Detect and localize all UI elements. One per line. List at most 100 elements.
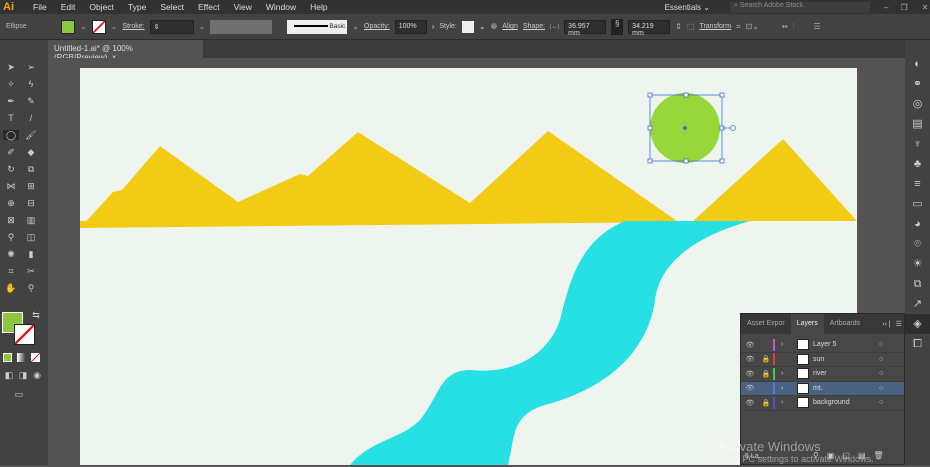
layer-row[interactable]: 👁 › mt. ○ ▪ [741, 381, 904, 396]
opacity-label[interactable]: Opacity: [364, 23, 390, 30]
stroke-weight-dropdown[interactable]: ⌄ [199, 22, 206, 31]
lock-icon[interactable]: 🔒 [759, 370, 773, 378]
shape-label[interactable]: Shape: [523, 23, 545, 30]
constrain-link-icon[interactable]: § [611, 18, 624, 35]
stroke-dropdown[interactable]: ⌄ [111, 22, 118, 31]
distribute-icon[interactable]: ⫶ [793, 22, 795, 32]
panel-menu-icon[interactable]: ☰ [814, 22, 821, 31]
free-transform-icon[interactable]: ⊞ [25, 181, 37, 191]
pathfinder-icon[interactable]: ☀ [905, 254, 930, 274]
swap-colors-icon[interactable]: ⇆ [30, 310, 42, 320]
tab-asset-export[interactable]: Asset Expor [741, 314, 791, 334]
color-guide-icon[interactable]: ⚭ [905, 74, 930, 94]
stroke-weight-input[interactable]: ⇕ [149, 19, 194, 34]
layer-row[interactable]: 👁 🔒 › river ○ [741, 367, 904, 382]
menu-object[interactable]: Object [82, 2, 121, 12]
ellipse-tool-icon[interactable]: ◯ [3, 130, 19, 140]
layer-name[interactable]: sun [813, 356, 824, 363]
none-mode-icon[interactable] [31, 353, 40, 362]
libraries-icon[interactable]: ▤ [905, 114, 930, 134]
type-tool-icon[interactable]: T [5, 113, 17, 123]
opacity-arrow[interactable]: › [432, 22, 435, 31]
visibility-eye-icon[interactable]: 👁 [741, 341, 759, 349]
graphic-styles-icon[interactable]: ⌾ [905, 234, 930, 254]
layers-panel-icon[interactable]: ◈ [905, 314, 930, 334]
variable-width-profile[interactable] [210, 19, 273, 34]
visibility-eye-icon[interactable]: 👁 [741, 399, 759, 407]
perspective-grid-icon[interactable]: ⊟ [25, 198, 37, 208]
menu-edit[interactable]: Edit [54, 2, 83, 12]
tab-layers[interactable]: Layers [790, 314, 824, 334]
expand-chevron-icon[interactable]: › [781, 399, 789, 406]
transform-button[interactable]: Transform [699, 23, 731, 30]
symbols-icon[interactable]: ♣ [905, 154, 930, 174]
color-panel-icon[interactable]: ◐ [905, 54, 930, 74]
visibility-eye-icon[interactable]: 👁 [741, 370, 759, 378]
curvature-tool-icon[interactable]: ✎ [25, 96, 37, 106]
line-tool-icon[interactable]: / [25, 113, 37, 123]
layers-menu-icon[interactable]: ☰ [896, 320, 902, 328]
target-circle-icon[interactable]: ○ [879, 399, 883, 406]
visibility-eye-icon[interactable]: 👁 [741, 384, 759, 392]
gradient-tool-icon[interactable]: ▥ [25, 215, 37, 225]
style-swatch[interactable] [461, 20, 474, 33]
brushes-icon[interactable]: ♆ [905, 134, 930, 154]
eraser-icon[interactable]: ◆ [25, 147, 37, 157]
transparency-icon[interactable]: ◕ [905, 214, 930, 234]
layer-row[interactable]: 👁 🔒 sun ○ [741, 353, 904, 367]
workspace-switcher[interactable]: Essentials ⌄ [665, 3, 710, 12]
bounding-box-icon[interactable]: ⬚ [687, 22, 695, 31]
layer-name[interactable]: Layer 5 [813, 341, 836, 348]
draw-inside-icon[interactable]: ◉ [31, 370, 43, 380]
shaper-tool-icon[interactable]: ✐ [5, 147, 17, 157]
transform-panel-icon[interactable]: ⧉ [905, 274, 930, 294]
expand-chevron-icon[interactable]: › [781, 385, 789, 392]
appearance-icon[interactable]: ◎ [905, 94, 930, 114]
width-input[interactable]: 36.957 mm [564, 19, 607, 37]
slice-tool-icon[interactable]: ✂ [25, 266, 37, 276]
lock-icon[interactable]: 🔒 [759, 399, 773, 407]
stroke-icon[interactable]: ≡ [905, 174, 930, 194]
stroke-label[interactable]: Stroke: [122, 23, 144, 30]
fill-dropdown[interactable]: ⌄ [80, 22, 87, 31]
zoom-tool-icon[interactable]: ⚲ [25, 283, 37, 293]
screen-mode-icon[interactable]: ▭ [13, 389, 25, 399]
lock-icon[interactable]: 🔒 [759, 355, 773, 363]
gradient-mode-icon[interactable] [17, 353, 26, 362]
artboards-icon[interactable]: ⧠ [905, 334, 930, 354]
collapse-panel-icon[interactable]: ›› | [882, 321, 890, 328]
layer-row[interactable]: 👁 🔒 › background ○ [741, 396, 904, 411]
color-mode-icon[interactable] [3, 353, 12, 362]
lasso-icon[interactable]: ϟ [25, 79, 37, 89]
menu-help[interactable]: Help [303, 2, 334, 12]
restore-button[interactable]: ❐ [900, 3, 907, 12]
export-icon[interactable]: ↗ [905, 294, 930, 314]
layer-name[interactable]: mt. [813, 385, 823, 392]
recolor-icon[interactable]: ❁ [491, 22, 498, 31]
visibility-eye-icon[interactable]: 👁 [741, 355, 759, 363]
layer-name[interactable]: river [813, 370, 827, 377]
artboard-tool-icon[interactable]: ⌗ [5, 266, 17, 276]
graph-tool-icon[interactable]: ▮ [25, 249, 37, 259]
tab-artboards[interactable]: Artboards [824, 314, 866, 334]
menu-select[interactable]: Select [153, 2, 191, 12]
expand-chevron-icon[interactable]: › [781, 341, 789, 348]
height-input[interactable]: 34.219 mm [628, 19, 671, 37]
minimize-button[interactable]: – [884, 3, 888, 12]
eyedropper-icon[interactable]: ⚲ [5, 232, 17, 242]
menu-window[interactable]: Window [259, 2, 303, 12]
layer-row[interactable]: 👁 › Layer 5 ○ [741, 338, 904, 353]
gradient-icon[interactable]: ▭ [905, 194, 930, 214]
arrange-icon[interactable]: ▪▪ [782, 22, 788, 31]
target-circle-icon[interactable]: ○ [879, 370, 883, 377]
stock-search-input[interactable]: ⌕ Search Adobe Stock [729, 1, 870, 13]
style-dropdown[interactable]: ⌄ [479, 22, 486, 31]
fill-swatch[interactable] [61, 19, 75, 34]
close-window-button[interactable]: ✕ [922, 3, 929, 12]
select-similar-icon[interactable]: ⊡⌄ [746, 22, 759, 31]
paintbrush-icon[interactable]: 🖌 [25, 130, 37, 140]
isolate-icon[interactable]: ⌗ [736, 22, 741, 32]
shape-builder-icon[interactable]: ⊕ [5, 198, 17, 208]
stroke-swatch[interactable] [91, 19, 106, 34]
menu-effect[interactable]: Effect [191, 2, 227, 12]
